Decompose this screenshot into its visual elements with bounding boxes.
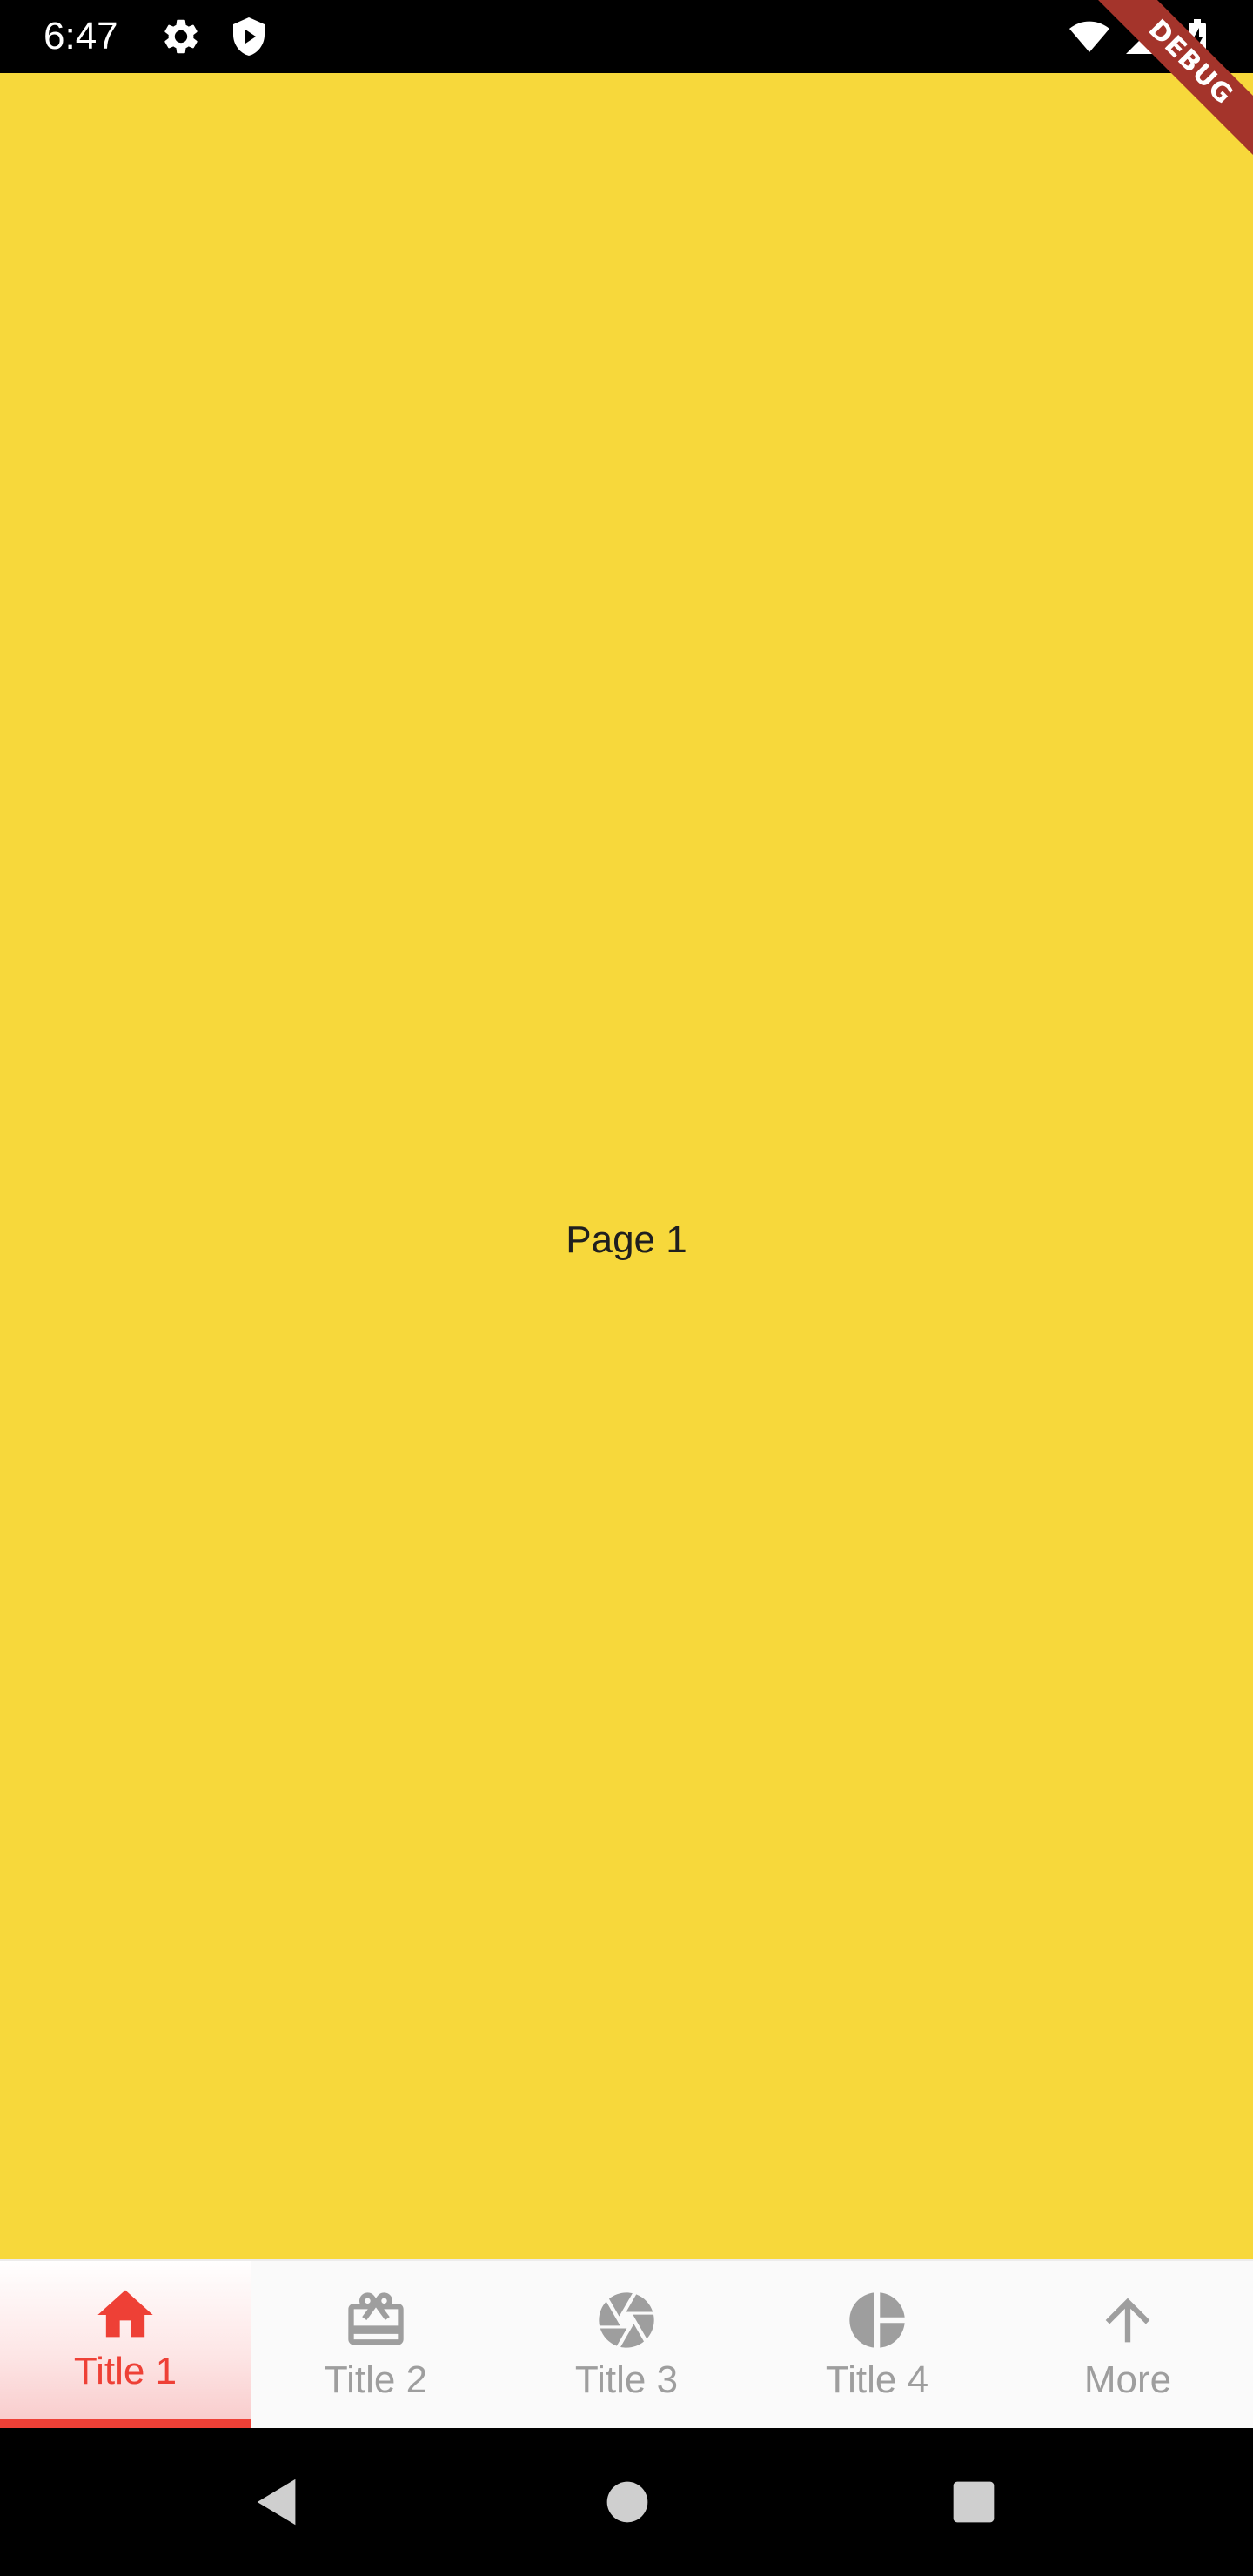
nav-item-label: Title 2: [324, 2358, 428, 2401]
recents-icon[interactable]: [943, 2472, 1004, 2532]
page-label: Page 1: [566, 1218, 687, 1261]
back-icon[interactable]: [247, 2472, 308, 2532]
nav-item-more[interactable]: More: [1002, 2261, 1253, 2430]
page-content: Page 1: [0, 73, 1253, 2259]
signal-icon: [1122, 16, 1164, 57]
nav-item-title-3[interactable]: Title 3: [501, 2261, 752, 2430]
nav-item-title-2[interactable]: Title 2: [251, 2261, 501, 2430]
arrow-up-icon: [1095, 2287, 1161, 2353]
home-circle-icon[interactable]: [597, 2472, 658, 2532]
nav-item-label: Title 4: [825, 2358, 929, 2401]
home-icon: [92, 2282, 158, 2348]
gear-icon: [160, 16, 202, 57]
nav-item-label: More: [1083, 2358, 1172, 2401]
nav-item-label: Title 1: [73, 2350, 178, 2392]
card-giftcard-icon: [343, 2287, 409, 2353]
nav-item-title-1[interactable]: Title 1: [0, 2261, 251, 2430]
battery-charging-icon: [1176, 16, 1218, 57]
shield-play-icon: [228, 16, 270, 57]
pie-chart-icon: [844, 2287, 910, 2353]
camera-aperture-icon: [593, 2287, 660, 2353]
phone-screen: 6:47 Page 1 DEBUG Title 1 Title 2 Title …: [0, 0, 1253, 2576]
wifi-icon: [1069, 16, 1110, 57]
nav-item-title-4[interactable]: Title 4: [752, 2261, 1002, 2430]
nav-item-label: Title 3: [574, 2358, 679, 2401]
bottom-navigation-bar: Title 1 Title 2 Title 3 Title 4 More: [0, 2259, 1253, 2430]
system-navigation-bar: [0, 2428, 1253, 2576]
status-time: 6:47: [44, 15, 118, 57]
status-bar: 6:47: [0, 0, 1253, 73]
